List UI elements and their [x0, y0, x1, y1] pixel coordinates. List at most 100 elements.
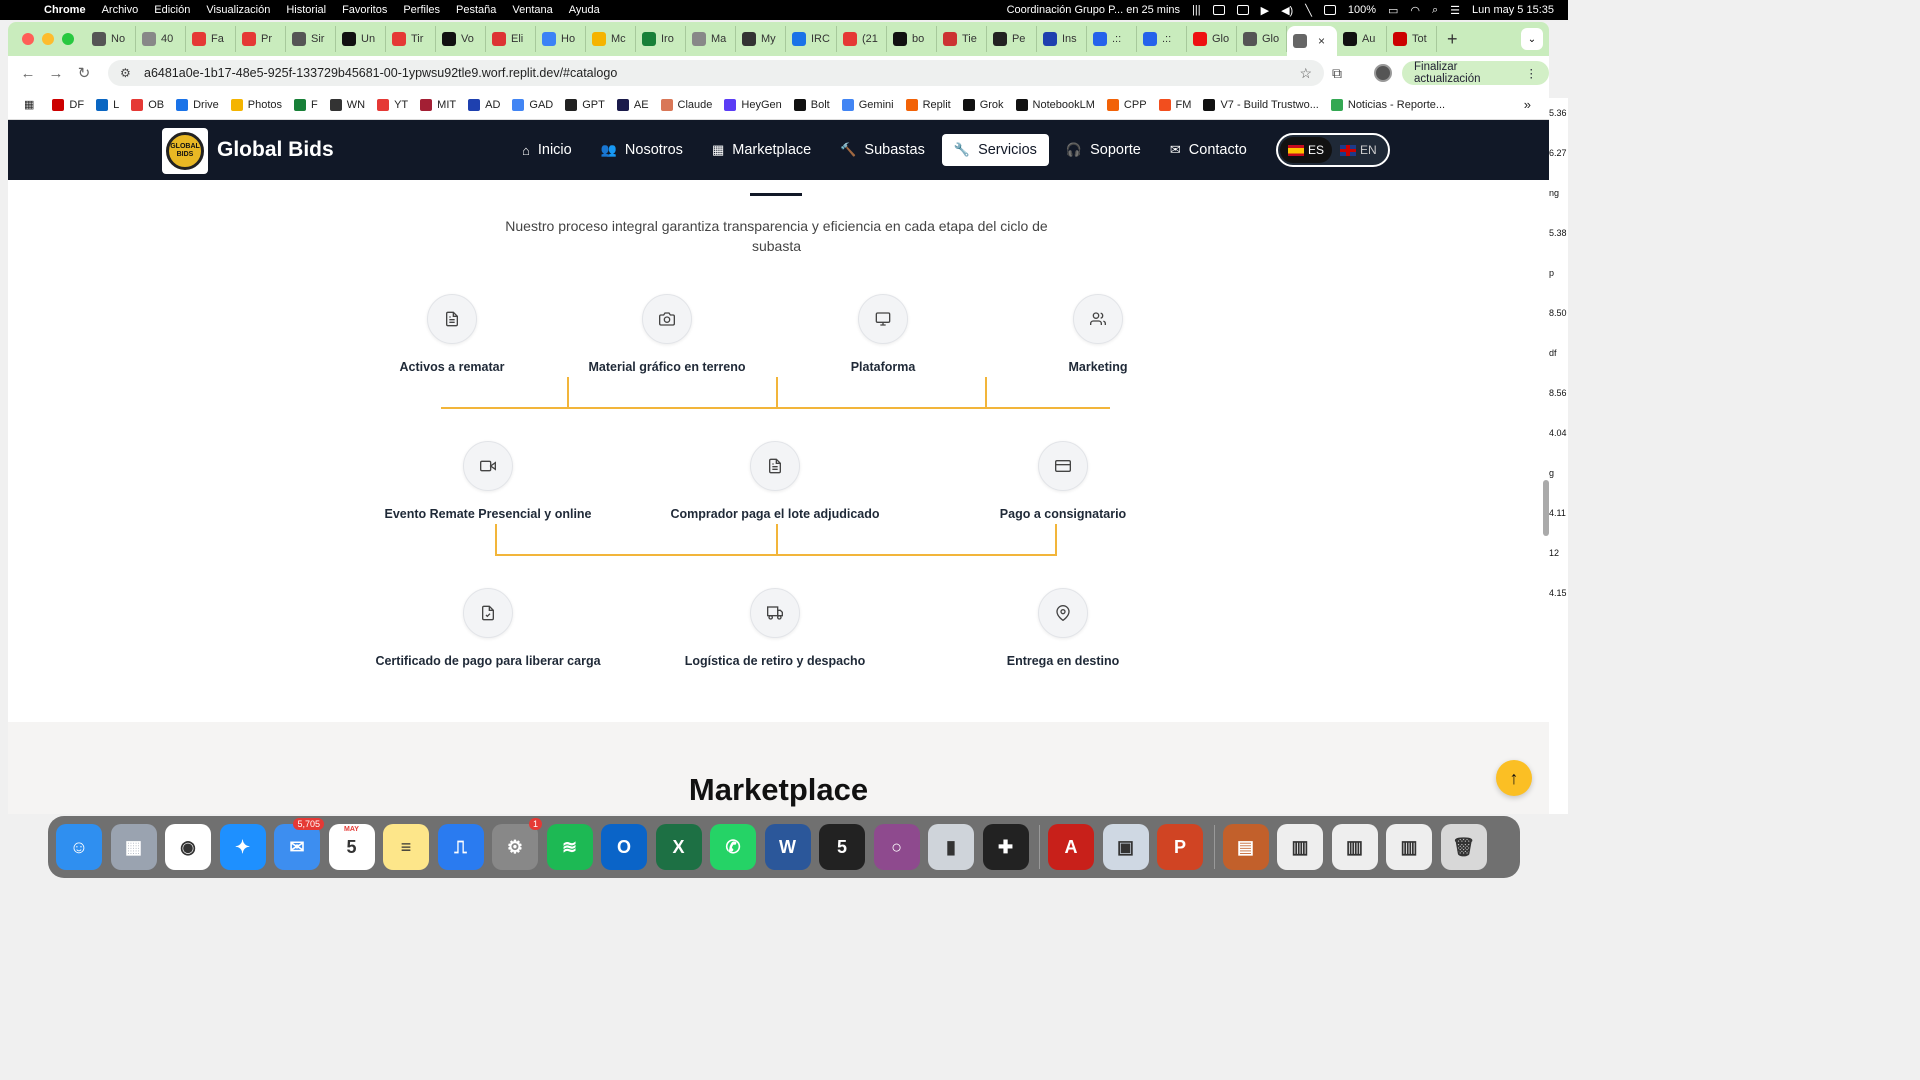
- tool-icon[interactable]: [1236, 5, 1249, 15]
- kebab-menu-icon[interactable]: ⋮: [1526, 66, 1538, 80]
- audio-icon[interactable]: |||: [1192, 4, 1201, 16]
- nav-inicio[interactable]: ⌂ Inicio: [510, 134, 584, 166]
- bookmark-item[interactable]: Noticias - Reporte...: [1330, 98, 1445, 111]
- tab-active[interactable]: ×: [1286, 26, 1337, 56]
- dock-simulator-icon[interactable]: ▮: [928, 824, 974, 870]
- menu-ayuda[interactable]: Ayuda: [569, 4, 600, 16]
- keyboard-icon[interactable]: [1323, 5, 1336, 15]
- reload-button[interactable]: ↻: [70, 64, 98, 82]
- dock-acrobat-icon[interactable]: A: [1048, 824, 1094, 870]
- tab-item[interactable]: My: [736, 26, 786, 52]
- battery-icon[interactable]: ▭: [1388, 4, 1398, 17]
- nav-nosotros[interactable]: 👥 Nosotros: [589, 134, 695, 166]
- dock-doc-1-icon[interactable]: ▥: [1277, 824, 1323, 870]
- wifi-icon[interactable]: ◠: [1410, 4, 1420, 17]
- dock-launchpad-icon[interactable]: ▦: [110, 824, 157, 870]
- menu-visualizacion[interactable]: Visualización: [206, 4, 270, 16]
- tab-item[interactable]: Au: [1337, 26, 1387, 52]
- dock-shape-app-icon[interactable]: ✚: [982, 824, 1029, 870]
- apps-grid-icon[interactable]: ▦: [24, 98, 34, 111]
- dock-chrome-icon[interactable]: ◉: [165, 824, 211, 870]
- bookmark-item[interactable]: AE: [616, 98, 649, 111]
- bookmark-item[interactable]: CPP: [1106, 98, 1147, 111]
- dock-whatsapp-icon[interactable]: ✆: [710, 824, 756, 870]
- tab-item[interactable]: Un: [336, 26, 386, 52]
- play-icon[interactable]: ▶: [1261, 4, 1269, 17]
- bookmark-item[interactable]: YT: [377, 98, 408, 111]
- dock-preview-icon[interactable]: ▣: [1102, 824, 1149, 870]
- volume-icon[interactable]: ◀): [1281, 4, 1293, 17]
- tab-item[interactable]: Glo: [1237, 26, 1287, 52]
- bookmark-item[interactable]: MIT: [420, 98, 456, 111]
- battery-percent[interactable]: 100%: [1348, 4, 1376, 16]
- bookmark-item[interactable]: WN: [329, 98, 365, 111]
- tab-item[interactable]: Iro: [636, 26, 686, 52]
- dock-trash-icon[interactable]: 🗑: [1440, 824, 1487, 870]
- bookmark-item[interactable]: Drive: [176, 98, 219, 111]
- extensions-icon[interactable]: ⧉: [1332, 65, 1342, 82]
- bookmarks-overflow-icon[interactable]: »: [1524, 97, 1531, 112]
- tab-item[interactable]: IRC: [786, 26, 837, 52]
- profile-avatar[interactable]: [1374, 64, 1392, 82]
- forward-button[interactable]: →: [42, 65, 70, 82]
- nav-contacto[interactable]: ✉ Contacto: [1158, 134, 1259, 166]
- bookmark-item[interactable]: L: [96, 98, 119, 111]
- tab-item[interactable]: 40: [136, 26, 186, 52]
- tab-search-button[interactable]: ⌄: [1521, 28, 1543, 50]
- lang-en-button[interactable]: EN: [1332, 137, 1385, 163]
- dock-keynote-icon[interactable]: ⎍: [437, 824, 484, 870]
- dock-doc-3-icon[interactable]: ▥: [1386, 824, 1432, 870]
- tab-item[interactable]: .::: [1137, 26, 1187, 52]
- dock-spotify-icon[interactable]: ≋: [546, 824, 593, 870]
- dock-circle-app-icon[interactable]: ○: [873, 824, 920, 870]
- dock-notes-icon[interactable]: ≡: [383, 824, 429, 870]
- tab-item[interactable]: Sir: [286, 26, 336, 52]
- tab-item[interactable]: .::: [1087, 26, 1137, 52]
- menu-archivo[interactable]: Archivo: [102, 4, 139, 16]
- site-logo[interactable]: GLOBAL BIDS: [162, 128, 208, 174]
- bookmark-star-icon[interactable]: ☆: [1299, 65, 1312, 82]
- tab-item[interactable]: No: [86, 26, 136, 52]
- dock-excel-icon[interactable]: X: [655, 824, 702, 870]
- dock-calendar-icon[interactable]: 5 MAY: [328, 824, 375, 870]
- zoom-window-button[interactable]: [62, 33, 74, 45]
- display-icon[interactable]: [1212, 5, 1225, 15]
- close-tab-icon[interactable]: ×: [1318, 34, 1325, 48]
- tab-item[interactable]: (21: [837, 26, 887, 52]
- tab-item[interactable]: Ho: [536, 26, 586, 52]
- bookmark-item[interactable]: DF: [52, 98, 84, 111]
- tab-item[interactable]: Mc: [586, 26, 636, 52]
- bookmark-item[interactable]: Gemini: [841, 98, 894, 111]
- tab-item[interactable]: Glo: [1187, 26, 1237, 52]
- tab-item[interactable]: Eli: [486, 26, 536, 52]
- bookmark-item[interactable]: Claude: [660, 98, 712, 111]
- new-tab-button[interactable]: +: [1447, 29, 1458, 50]
- slash-icon[interactable]: ╲: [1305, 4, 1312, 17]
- dock-folder-1-icon[interactable]: ▤: [1222, 824, 1269, 870]
- menu-historial[interactable]: Historial: [286, 4, 326, 16]
- dock-finder-icon[interactable]: ☺: [56, 824, 102, 870]
- dock-settings-icon[interactable]: ⚙ 1: [492, 818, 542, 870]
- bookmark-item[interactable]: F: [294, 98, 318, 111]
- site-settings-icon[interactable]: ⚙: [120, 66, 134, 80]
- tab-item[interactable]: Ins: [1037, 26, 1087, 52]
- control-center-icon[interactable]: ☰: [1450, 4, 1460, 17]
- bookmark-item[interactable]: Grok: [962, 98, 1004, 111]
- minimize-window-button[interactable]: [42, 33, 54, 45]
- bookmark-item[interactable]: Replit: [905, 98, 951, 111]
- dock-calendar-5-icon[interactable]: 5: [819, 824, 865, 870]
- menu-perfiles[interactable]: Perfiles: [403, 4, 440, 16]
- nav-soporte[interactable]: 🎧 Soporte: [1054, 134, 1153, 166]
- tab-item[interactable]: Pr: [236, 26, 286, 52]
- bookmark-item[interactable]: OB: [131, 98, 164, 111]
- nav-marketplace[interactable]: ▦ Marketplace: [700, 134, 823, 166]
- tab-item[interactable]: Ma: [686, 26, 736, 52]
- tab-item[interactable]: Pe: [987, 26, 1037, 52]
- bookmark-item[interactable]: GAD: [512, 98, 553, 111]
- update-button[interactable]: Finalizar actualización ⋮: [1402, 61, 1549, 85]
- spotlight-icon[interactable]: ⌕: [1432, 4, 1438, 17]
- tab-item[interactable]: Tir: [386, 26, 436, 52]
- dock-word-icon[interactable]: W: [764, 824, 811, 870]
- dock-outlook-icon[interactable]: O: [601, 824, 647, 870]
- site-brand[interactable]: Global Bids: [217, 138, 334, 162]
